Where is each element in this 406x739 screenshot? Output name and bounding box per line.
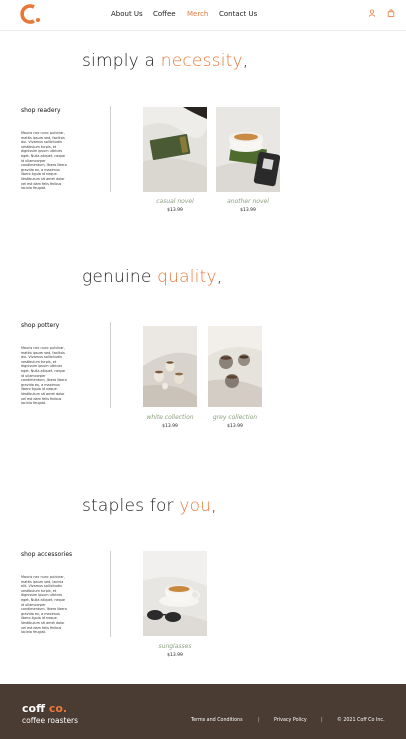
product-image-grey-collection[interactable] xyxy=(208,326,262,407)
divider xyxy=(110,106,111,192)
shop-pottery-description: Mauris nec nunc pulvinar, mattis ipsum s… xyxy=(21,346,67,406)
section-heading-quality: genuine quality, xyxy=(82,267,223,287)
product-name-white-collection[interactable]: white collection xyxy=(143,414,197,421)
product-name-grey-collection[interactable]: grey collection xyxy=(208,414,262,421)
product-price: $13.99 xyxy=(227,424,243,429)
product-price: $13.99 xyxy=(167,208,183,213)
shop-accessories-link[interactable]: shop accessories xyxy=(21,551,72,558)
shop-readery-link[interactable]: shop readery xyxy=(21,107,61,114)
section-heading-you: staples for you, xyxy=(82,496,217,516)
nav-coffee[interactable]: Coffee xyxy=(153,10,176,18)
site-footer: coff co. coffee roasters Terms and Condi… xyxy=(0,684,406,739)
divider xyxy=(110,551,111,637)
product-price: $13.99 xyxy=(167,653,183,658)
product-name-sunglasses[interactable]: sunglasses xyxy=(143,643,207,650)
product-price: $13.99 xyxy=(162,424,178,429)
product-name-another-novel[interactable]: another novel xyxy=(216,198,280,205)
divider xyxy=(110,322,111,408)
product-image-casual-novel[interactable] xyxy=(143,107,207,192)
logo-icon[interactable] xyxy=(20,3,46,25)
product-image-sunglasses[interactable] xyxy=(143,551,207,636)
nav-about-us[interactable]: About Us xyxy=(111,10,143,18)
user-icon[interactable] xyxy=(368,9,376,17)
shop-accessories-description: Mauris nec nunc pulvinar, mattis ipsum s… xyxy=(21,575,67,635)
privacy-link[interactable]: Privacy Policy xyxy=(274,718,307,723)
nav-contact-us[interactable]: Contact Us xyxy=(219,10,257,18)
copyright-text: © 2021 Coff Co Inc. xyxy=(337,718,385,723)
terms-link[interactable]: Terms and Conditions xyxy=(191,718,243,723)
product-price: $13.99 xyxy=(240,208,256,213)
site-header: About Us Coffee Merch Contact Us xyxy=(0,0,406,31)
footer-separator: | xyxy=(258,717,260,723)
nav-merch[interactable]: Merch xyxy=(187,10,208,18)
shop-pottery-link[interactable]: shop pottery xyxy=(21,322,59,329)
section-heading-necessity: simply a necessity, xyxy=(82,51,249,71)
footer-brand[interactable]: coff co. xyxy=(22,702,67,715)
shop-readery-description: Mauris nec nunc pulvinar, mattis ipsum s… xyxy=(21,131,67,191)
product-image-another-novel[interactable] xyxy=(216,107,280,192)
product-name-casual-novel[interactable]: casual novel xyxy=(143,198,207,205)
shopping-bag-icon[interactable] xyxy=(387,9,395,17)
footer-subtitle: coffee roasters xyxy=(22,716,79,725)
footer-separator: | xyxy=(321,717,323,723)
product-image-white-collection[interactable] xyxy=(143,326,197,407)
